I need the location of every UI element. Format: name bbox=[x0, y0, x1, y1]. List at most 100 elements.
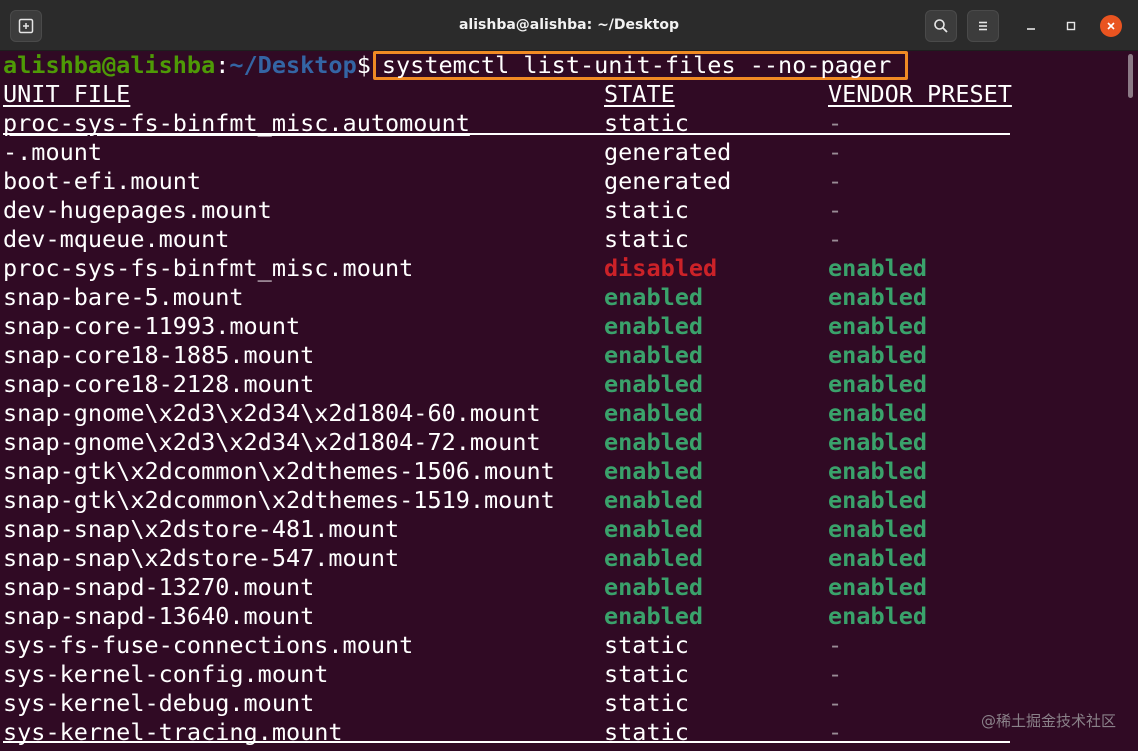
table-row: proc-sys-fs-binfmt_misc.mount disabled ena… bbox=[3, 254, 1123, 283]
maximize-button[interactable] bbox=[1060, 15, 1082, 37]
unit-state: enabled bbox=[604, 341, 704, 369]
watermark: @稀土掘金技术社区 bbox=[980, 712, 1116, 730]
prompt-path: ~/Desktop bbox=[229, 51, 357, 79]
unit-state: generated bbox=[604, 167, 732, 195]
unit-state: enabled bbox=[604, 602, 704, 630]
unit-state: enabled bbox=[604, 399, 704, 427]
header-unit-file: UNIT FILE bbox=[3, 80, 131, 108]
table-row: dev-mqueue.mount static - bbox=[3, 225, 1123, 254]
unit-state: static bbox=[604, 631, 689, 659]
unit-state: enabled bbox=[604, 428, 704, 456]
unit-state: enabled bbox=[604, 486, 704, 514]
scrollbar-thumb[interactable] bbox=[1128, 54, 1133, 98]
unit-file-name: snap-snap\x2dstore-481.mount bbox=[3, 515, 400, 543]
unit-state: disabled bbox=[604, 254, 718, 282]
unit-state: static bbox=[604, 225, 689, 253]
minimize-icon bbox=[1027, 28, 1035, 30]
unit-state: enabled bbox=[604, 283, 704, 311]
vendor-preset: - bbox=[828, 196, 843, 224]
unit-state: enabled bbox=[604, 370, 704, 398]
vendor-preset: enabled bbox=[828, 515, 928, 543]
table-row: snap-gnome\x2d3\x2d34\x2d1804-60.mount en… bbox=[3, 399, 1123, 428]
vendor-preset: - bbox=[828, 225, 843, 253]
vendor-preset: enabled bbox=[828, 457, 928, 485]
hamburger-menu-icon bbox=[979, 21, 987, 31]
table-row: snap-core-11993.mount enabled enabled bbox=[3, 312, 1123, 341]
unit-state: static bbox=[604, 660, 689, 688]
vendor-preset: enabled bbox=[828, 312, 928, 340]
table-divider-line bbox=[3, 133, 1010, 135]
vendor-preset: - bbox=[828, 689, 843, 717]
unit-file-name: boot-efi.mount bbox=[3, 167, 202, 195]
unit-file-name: snap-snapd-13640.mount bbox=[3, 602, 315, 630]
unit-file-name: snap-bare-5.mount bbox=[3, 283, 244, 311]
unit-file-name: snap-gnome\x2d3\x2d34\x2d1804-60.mount bbox=[3, 399, 541, 427]
unit-state: static bbox=[604, 196, 689, 224]
unit-file-name: sys-fs-fuse-connections.mount bbox=[3, 631, 414, 659]
minimize-button[interactable] bbox=[1020, 15, 1042, 37]
scrollbar[interactable] bbox=[1124, 50, 1138, 751]
table-row: snap-snap\x2dstore-547.mount enabled enabl… bbox=[3, 544, 1123, 573]
unit-file-list: proc-sys-fs-binfmt_misc.automount static -… bbox=[3, 109, 1123, 747]
terminal-window: alishba@alishba: ~/Desktop alishba@alish… bbox=[0, 0, 1138, 751]
vendor-preset: - bbox=[828, 660, 843, 688]
prompt-colon: : bbox=[215, 51, 230, 79]
unit-file-name: snap-core-11993.mount bbox=[3, 312, 301, 340]
vendor-preset: enabled bbox=[828, 254, 928, 282]
vendor-preset: - bbox=[828, 631, 843, 659]
unit-file-name: snap-core18-2128.mount bbox=[3, 370, 315, 398]
table-row: snap-gtk\x2dcommon\x2dthemes-1519.mount e… bbox=[3, 486, 1123, 515]
table-row: snap-gtk\x2dcommon\x2dthemes-1506.mount e… bbox=[3, 457, 1123, 486]
vendor-preset: enabled bbox=[828, 283, 928, 311]
vendor-preset: enabled bbox=[828, 544, 928, 572]
table-row: snap-bare-5.mount enabled enabled bbox=[3, 283, 1123, 312]
unit-state: generated bbox=[604, 138, 732, 166]
table-row: snap-snap\x2dstore-481.mount enabled enabl… bbox=[3, 515, 1123, 544]
search-icon bbox=[934, 19, 948, 33]
table-row: boot-efi.mount generated - bbox=[3, 167, 1123, 196]
table-row: snap-gnome\x2d3\x2d34\x2d1804-72.mount en… bbox=[3, 428, 1123, 457]
unit-state: static bbox=[604, 689, 689, 717]
prompt-line: alishba@alishba:~/Desktop$ systemctl list… bbox=[3, 51, 1123, 80]
unit-file-name: dev-mqueue.mount bbox=[3, 225, 230, 253]
table-row: -.mount generated - bbox=[3, 138, 1123, 167]
close-icon bbox=[1107, 22, 1115, 30]
unit-file-name: -.mount bbox=[3, 138, 103, 166]
unit-file-name: sys-kernel-config.mount bbox=[3, 660, 329, 688]
table-row: sys-fs-fuse-connections.mount static - bbox=[3, 631, 1123, 660]
vendor-preset: enabled bbox=[828, 370, 928, 398]
vendor-preset: enabled bbox=[828, 428, 928, 456]
table-row: sys-kernel-debug.mount static - bbox=[3, 689, 1123, 718]
terminal-output[interactable]: alishba@alishba:~/Desktop$ systemctl list… bbox=[3, 51, 1123, 747]
table-row: sys-kernel-config.mount static - bbox=[3, 660, 1123, 689]
menu-button[interactable] bbox=[967, 10, 999, 42]
search-button[interactable] bbox=[925, 10, 957, 42]
close-button[interactable] bbox=[1100, 15, 1122, 37]
unit-state: enabled bbox=[604, 312, 704, 340]
table-row: dev-hugepages.mount static - bbox=[3, 196, 1123, 225]
title-bar: alishba@alishba: ~/Desktop bbox=[0, 0, 1138, 51]
vendor-preset: enabled bbox=[828, 486, 928, 514]
unit-file-name: snap-gtk\x2dcommon\x2dthemes-1506.mount bbox=[3, 457, 555, 485]
prompt-user-host: alishba@alishba bbox=[3, 51, 216, 79]
table-row: snap-core18-1885.mount enabled enabled bbox=[3, 341, 1123, 370]
unit-file-name: proc-sys-fs-binfmt_misc.mount bbox=[3, 254, 414, 282]
unit-file-name: snap-snapd-13270.mount bbox=[3, 573, 315, 601]
table-row: snap-snapd-13270.mount enabled enabled bbox=[3, 573, 1123, 602]
prompt-dollar: $ bbox=[356, 51, 371, 79]
vendor-preset: enabled bbox=[828, 399, 928, 427]
vendor-preset: - bbox=[828, 167, 843, 195]
header-vendor-preset: VENDOR PRESET bbox=[828, 80, 1012, 108]
unit-state: enabled bbox=[604, 457, 704, 485]
table-header-row: UNIT FILE STATE VENDOR PRESET bbox=[3, 80, 1123, 109]
unit-state: enabled bbox=[604, 544, 704, 572]
unit-file-name: snap-gtk\x2dcommon\x2dthemes-1519.mount bbox=[3, 486, 555, 514]
unit-file-name: dev-hugepages.mount bbox=[3, 196, 272, 224]
unit-state: enabled bbox=[604, 515, 704, 543]
vendor-preset: enabled bbox=[828, 341, 928, 369]
table-row: snap-snapd-13640.mount enabled enabled bbox=[3, 602, 1123, 631]
vendor-preset: - bbox=[828, 138, 843, 166]
unit-file-name: snap-core18-1885.mount bbox=[3, 341, 315, 369]
table-bottom-line bbox=[3, 741, 1010, 743]
maximize-icon bbox=[1066, 21, 1076, 31]
